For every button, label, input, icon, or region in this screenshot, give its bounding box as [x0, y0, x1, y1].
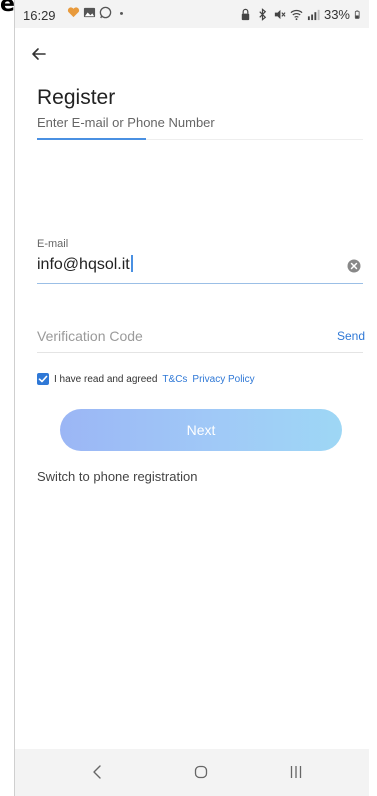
mute-icon	[274, 9, 286, 20]
email-field[interactable]: info@hqsol.it	[37, 255, 133, 274]
email-field-value: info@hqsol.it	[37, 256, 130, 273]
wifi-icon	[290, 9, 303, 21]
phone-screen: 16:29 33% Register Enter E-mail or Phone…	[15, 0, 369, 796]
battery-icon	[354, 10, 360, 19]
dot-icon	[120, 11, 123, 15]
left-edge	[0, 0, 15, 796]
heart-icon	[67, 7, 80, 18]
agreement-checkbox[interactable]	[37, 373, 49, 385]
signal-icon	[307, 9, 320, 21]
verification-code-input[interactable]: Verification Code	[37, 328, 143, 344]
verification-code-underline	[37, 352, 363, 353]
send-code-button[interactable]: Send	[337, 329, 365, 343]
status-time: 16:29	[23, 8, 56, 23]
image-icon	[83, 7, 96, 18]
nav-back-icon[interactable]	[89, 763, 105, 781]
terms-link[interactable]: T&Cs	[162, 374, 187, 385]
corner-mark: e	[0, 0, 15, 17]
page-title: Register	[37, 86, 116, 109]
lock-icon	[241, 8, 250, 21]
email-field-label: E-mail	[37, 238, 69, 250]
nav-recents-icon[interactable]	[288, 764, 304, 780]
navigation-bar	[15, 749, 369, 796]
switch-to-phone-link[interactable]: Switch to phone registration	[37, 469, 197, 484]
right-edge	[368, 0, 377, 796]
clear-input-icon[interactable]	[347, 259, 361, 273]
email-field-underline	[37, 283, 363, 284]
checkmark-icon	[38, 375, 48, 383]
status-right-icons: 33%	[239, 7, 363, 22]
status-bar: 16:29 33%	[15, 0, 369, 28]
whatsapp-icon	[99, 6, 112, 19]
battery-percent: 33%	[323, 7, 350, 22]
tab-divider	[146, 139, 363, 140]
status-left-icons	[67, 6, 128, 19]
tab-email-or-phone[interactable]: Enter E-mail or Phone Number	[37, 115, 215, 130]
nav-home-icon[interactable]	[194, 765, 208, 779]
agreement-row: I have read and agreed T&Cs Privacy Poli…	[37, 373, 255, 385]
text-caret	[130, 255, 133, 272]
bluetooth-icon	[259, 8, 267, 21]
page-frame: e 16:29 33% Register Enter E-mail or Pho…	[0, 0, 377, 796]
back-arrow-icon[interactable]	[29, 44, 49, 64]
tab-active-indicator	[37, 138, 146, 140]
agreement-text: I have read and agreed	[54, 373, 158, 385]
next-button[interactable]: Next	[60, 409, 342, 451]
privacy-policy-link[interactable]: Privacy Policy	[192, 374, 254, 385]
